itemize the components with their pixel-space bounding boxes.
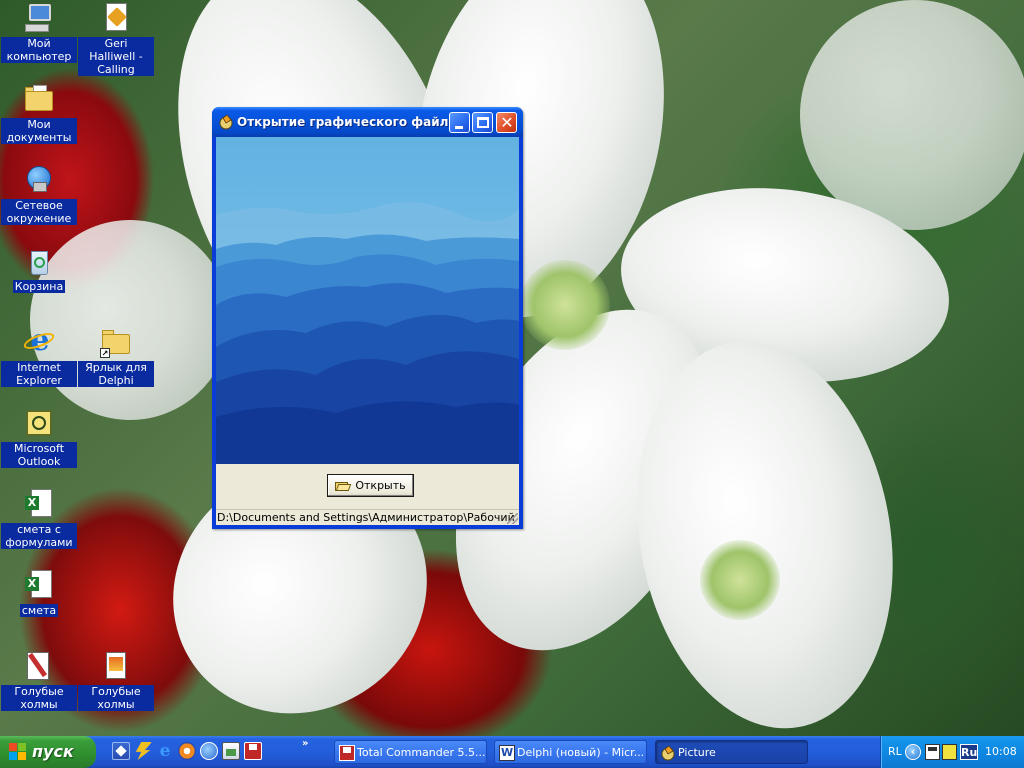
media-player-icon[interactable] <box>178 742 196 760</box>
internet-explorer-icon[interactable]: e <box>156 742 174 760</box>
internet-explorer-icon: e <box>21 326 57 358</box>
desktop-icon-my-documents[interactable]: Мои документы <box>1 83 77 144</box>
my-documents-icon <box>23 83 55 115</box>
task-label: Total Commander 5.5... <box>357 746 486 759</box>
open-button-label: Открыть <box>355 479 406 492</box>
desktop-icon-label: Ярлык для Delphi <box>78 361 154 387</box>
desktop-icon-label: Мои документы <box>1 118 77 144</box>
show-desktop-icon[interactable] <box>112 742 130 760</box>
maximize-button[interactable] <box>472 112 493 133</box>
minimize-button[interactable] <box>449 112 470 133</box>
task-label: Picture <box>678 746 716 759</box>
start-button[interactable]: пуск <box>0 736 96 768</box>
wallpaper-petal <box>800 0 1024 230</box>
desktop-icon-label: Microsoft Outlook <box>1 442 77 468</box>
media-file-icon <box>100 2 132 34</box>
wallpaper-lily-center <box>520 260 610 350</box>
desktop-icon-network[interactable]: Сетевое окружение <box>1 164 77 225</box>
total-commander-icon <box>339 745 355 761</box>
word-icon <box>499 745 515 761</box>
taskbar-button-total-commander[interactable]: Total Commander 5.5... <box>334 740 487 764</box>
windows-logo-icon <box>9 743 27 761</box>
blue-hills-image <box>216 137 519 464</box>
desktop-icon-blue-hills-2[interactable]: Голубые холмы <box>78 650 154 711</box>
system-tray: RL ‹ Ru 10:08 <box>880 736 1024 768</box>
desktop-icon-smeta-formulas[interactable]: X смета с формулами <box>1 488 77 549</box>
desktop-icon-label: смета с формулами <box>1 523 77 549</box>
language-indicator[interactable]: RL <box>888 745 902 758</box>
delphi-app-icon <box>219 114 233 130</box>
desktop-icon-label: Голубые холмы <box>1 685 77 711</box>
task-label: Delphi (новый) - Micr... <box>517 746 645 759</box>
minimize-icon <box>455 126 463 129</box>
keyboard-layout-indicator[interactable]: Ru <box>960 744 978 760</box>
desktop-icon-label: Корзина <box>12 280 66 293</box>
desktop-icon-geri-halliwell[interactable]: Geri Halliwell - Calling <box>78 2 154 76</box>
desktop-icon-label: Internet Explorer <box>1 361 77 387</box>
desktop-icon-recycle-bin[interactable]: Корзина <box>1 245 77 293</box>
window-titlebar[interactable]: Открытие графического файла ✕ <box>212 107 523 137</box>
picture-view <box>216 137 519 464</box>
window-client-area: Открыть D:\Documents and Settings\Админи… <box>216 137 519 525</box>
desktop-icon-smeta[interactable]: X смета <box>1 569 77 617</box>
desktop-icon-label: смета <box>19 604 59 617</box>
desktop-icon-label: Голубые холмы <box>78 685 154 711</box>
quick-launch-chevron-icon[interactable]: » <box>302 739 308 749</box>
close-button[interactable]: ✕ <box>496 112 517 133</box>
tray-expand-chevron-icon[interactable]: ‹ <box>905 744 921 760</box>
total-commander-icon[interactable] <box>244 742 262 760</box>
open-folder-icon <box>335 480 352 491</box>
image-file-icon <box>100 650 132 682</box>
quick-launch: e <box>112 742 262 762</box>
browser-icon[interactable] <box>200 742 218 760</box>
outlook-icon <box>23 407 55 439</box>
excel-file-icon: X <box>23 488 55 520</box>
desktop-icon-internet-explorer[interactable]: e Internet Explorer <box>1 326 77 387</box>
status-bar: D:\Documents and Settings\Администратор\… <box>216 509 519 525</box>
desktop-icon-delphi-shortcut[interactable]: ↗ Ярлык для Delphi <box>78 326 154 387</box>
taskbar-button-picture[interactable]: Picture <box>655 740 808 764</box>
wallpaper-lily-center <box>700 540 780 620</box>
start-label: пуск <box>32 742 74 761</box>
taskbar: пуск e » Total Commander 5.5... Delphi (… <box>0 736 1024 768</box>
excel-file-icon: X <box>23 569 55 601</box>
recycle-bin-icon <box>23 245 55 277</box>
delphi-app-icon <box>661 745 675 761</box>
network-icon <box>23 164 55 196</box>
desktop-icon-label: Мой компьютер <box>1 37 77 63</box>
desktop-icon-my-computer[interactable]: Мой компьютер <box>1 2 77 63</box>
image-file-icon <box>23 650 55 682</box>
maximize-icon <box>477 117 489 128</box>
open-image-window[interactable]: Открытие графического файла ✕ Открыть D:… <box>212 107 523 529</box>
close-icon: ✕ <box>500 113 514 132</box>
desktop-icon-label: Сетевое окружение <box>1 199 77 225</box>
button-panel: Открыть <box>216 464 519 509</box>
my-computer-icon <box>23 2 55 34</box>
lightning-app-icon[interactable] <box>135 742 152 760</box>
desktop-icon-blue-hills-1[interactable]: Голубые холмы <box>1 650 77 711</box>
status-path: D:\Documents and Settings\Администратор\… <box>217 511 519 524</box>
taskbar-button-delphi-word[interactable]: Delphi (новый) - Micr... <box>494 740 647 764</box>
lite-app-tray-icon[interactable] <box>925 744 940 760</box>
open-button[interactable]: Открыть <box>327 474 414 497</box>
desktop-icon-outlook[interactable]: Microsoft Outlook <box>1 407 77 468</box>
desktop-icon-label: Geri Halliwell - Calling <box>78 37 154 76</box>
window-title: Открытие графического файла <box>237 115 457 129</box>
clock[interactable]: 10:08 <box>985 745 1017 758</box>
notes-tray-icon[interactable] <box>942 744 957 760</box>
resize-grip-icon[interactable] <box>507 513 518 524</box>
image-viewer-icon[interactable] <box>222 742 240 760</box>
folder-shortcut-icon: ↗ <box>100 326 132 358</box>
